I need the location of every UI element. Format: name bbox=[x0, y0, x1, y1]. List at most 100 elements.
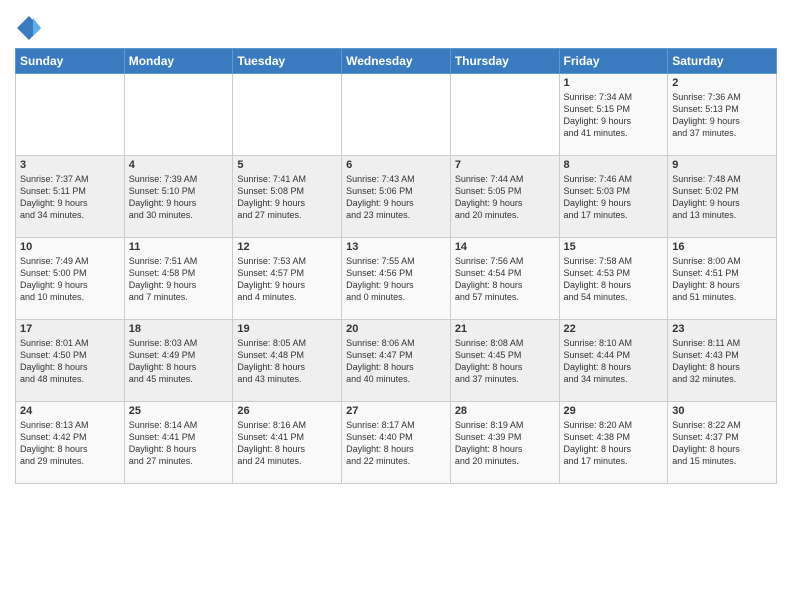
day-info: Sunrise: 8:10 AM Sunset: 4:44 PM Dayligh… bbox=[564, 337, 664, 386]
day-info: Sunrise: 8:16 AM Sunset: 4:41 PM Dayligh… bbox=[237, 419, 337, 468]
day-number: 11 bbox=[129, 241, 229, 253]
day-info: Sunrise: 7:46 AM Sunset: 5:03 PM Dayligh… bbox=[564, 173, 664, 222]
calendar-week-5: 24Sunrise: 8:13 AM Sunset: 4:42 PM Dayli… bbox=[16, 402, 777, 484]
calendar-cell: 14 Sunrise: 7:56 AM Sunset: 4:54 PM Dayli… bbox=[450, 238, 559, 320]
calendar-cell: 11 Sunrise: 7:51 AM Sunset: 4:58 PM Dayli… bbox=[124, 238, 233, 320]
col-header-friday: Friday bbox=[559, 49, 668, 74]
day-number: 29 bbox=[564, 405, 664, 417]
calendar-cell: 21 Sunrise: 8:08 AM Sunset: 4:45 PM Dayli… bbox=[450, 320, 559, 402]
calendar-cell: 25 Sunrise: 8:14 AM Sunset: 4:41 PM Dayli… bbox=[124, 402, 233, 484]
col-header-thursday: Thursday bbox=[450, 49, 559, 74]
col-header-saturday: Saturday bbox=[668, 49, 777, 74]
day-number: 24 bbox=[20, 405, 120, 417]
day-info: Sunrise: 7:34 AM Sunset: 5:15 PM Dayligh… bbox=[564, 91, 664, 140]
calendar-cell: 7 Sunrise: 7:44 AM Sunset: 5:05 PM Daylig… bbox=[450, 156, 559, 238]
col-header-wednesday: Wednesday bbox=[342, 49, 451, 74]
day-info: Sunrise: 8:08 AM Sunset: 4:45 PM Dayligh… bbox=[455, 337, 555, 386]
day-info: Sunrise: 8:01 AM Sunset: 4:50 PM Dayligh… bbox=[20, 337, 120, 386]
calendar-cell: 1Sunrise: 7:34 AM Sunset: 5:15 PM Daylig… bbox=[559, 74, 668, 156]
calendar-cell: 16 Sunrise: 8:00 AM Sunset: 4:51 PM Dayli… bbox=[668, 238, 777, 320]
day-number: 19 bbox=[237, 323, 337, 335]
day-number: 7 bbox=[455, 159, 555, 171]
day-number: 10 bbox=[20, 241, 120, 253]
day-number: 8 bbox=[564, 159, 664, 171]
day-number: 25 bbox=[129, 405, 229, 417]
day-number: 18 bbox=[129, 323, 229, 335]
day-info: Sunrise: 8:03 AM Sunset: 4:49 PM Dayligh… bbox=[129, 337, 229, 386]
day-info: Sunrise: 7:56 AM Sunset: 4:54 PM Dayligh… bbox=[455, 255, 555, 304]
calendar-cell: 23 Sunrise: 8:11 AM Sunset: 4:43 PM Dayli… bbox=[668, 320, 777, 402]
calendar-cell bbox=[16, 74, 125, 156]
day-number: 5 bbox=[237, 159, 337, 171]
day-info: Sunrise: 8:06 AM Sunset: 4:47 PM Dayligh… bbox=[346, 337, 446, 386]
day-number: 22 bbox=[564, 323, 664, 335]
day-info: Sunrise: 7:36 AM Sunset: 5:13 PM Dayligh… bbox=[672, 91, 772, 140]
day-info: Sunrise: 7:39 AM Sunset: 5:10 PM Dayligh… bbox=[129, 173, 229, 222]
col-header-monday: Monday bbox=[124, 49, 233, 74]
day-number: 12 bbox=[237, 241, 337, 253]
calendar-cell: 6 Sunrise: 7:43 AM Sunset: 5:06 PM Daylig… bbox=[342, 156, 451, 238]
day-number: 23 bbox=[672, 323, 772, 335]
calendar-week-3: 10 Sunrise: 7:49 AM Sunset: 5:00 PM Dayli… bbox=[16, 238, 777, 320]
day-info: Sunrise: 8:14 AM Sunset: 4:41 PM Dayligh… bbox=[129, 419, 229, 468]
calendar-cell: 8 Sunrise: 7:46 AM Sunset: 5:03 PM Daylig… bbox=[559, 156, 668, 238]
day-info: Sunrise: 8:19 AM Sunset: 4:39 PM Dayligh… bbox=[455, 419, 555, 468]
calendar-cell: 5 Sunrise: 7:41 AM Sunset: 5:08 PM Daylig… bbox=[233, 156, 342, 238]
header bbox=[15, 10, 777, 42]
day-number: 21 bbox=[455, 323, 555, 335]
calendar-cell: 12Sunrise: 7:53 AM Sunset: 4:57 PM Dayli… bbox=[233, 238, 342, 320]
day-info: Sunrise: 7:43 AM Sunset: 5:06 PM Dayligh… bbox=[346, 173, 446, 222]
calendar-table: SundayMondayTuesdayWednesdayThursdayFrid… bbox=[15, 48, 777, 484]
day-info: Sunrise: 8:00 AM Sunset: 4:51 PM Dayligh… bbox=[672, 255, 772, 304]
day-number: 28 bbox=[455, 405, 555, 417]
day-number: 27 bbox=[346, 405, 446, 417]
logo bbox=[15, 14, 47, 42]
calendar-cell bbox=[233, 74, 342, 156]
calendar-cell: 13 Sunrise: 7:55 AM Sunset: 4:56 PM Dayli… bbox=[342, 238, 451, 320]
calendar-week-2: 3Sunrise: 7:37 AM Sunset: 5:11 PM Daylig… bbox=[16, 156, 777, 238]
day-info: Sunrise: 7:41 AM Sunset: 5:08 PM Dayligh… bbox=[237, 173, 337, 222]
day-number: 6 bbox=[346, 159, 446, 171]
day-number: 16 bbox=[672, 241, 772, 253]
calendar-cell: 4Sunrise: 7:39 AM Sunset: 5:10 PM Daylig… bbox=[124, 156, 233, 238]
day-number: 26 bbox=[237, 405, 337, 417]
day-info: Sunrise: 7:44 AM Sunset: 5:05 PM Dayligh… bbox=[455, 173, 555, 222]
calendar-cell: 3Sunrise: 7:37 AM Sunset: 5:11 PM Daylig… bbox=[16, 156, 125, 238]
logo-icon bbox=[15, 14, 43, 42]
day-info: Sunrise: 7:37 AM Sunset: 5:11 PM Dayligh… bbox=[20, 173, 120, 222]
calendar-cell: 24Sunrise: 8:13 AM Sunset: 4:42 PM Dayli… bbox=[16, 402, 125, 484]
day-number: 30 bbox=[672, 405, 772, 417]
page-container: SundayMondayTuesdayWednesdayThursdayFrid… bbox=[0, 0, 792, 489]
calendar-cell: 20 Sunrise: 8:06 AM Sunset: 4:47 PM Dayli… bbox=[342, 320, 451, 402]
calendar-cell: 10 Sunrise: 7:49 AM Sunset: 5:00 PM Dayli… bbox=[16, 238, 125, 320]
day-number: 9 bbox=[672, 159, 772, 171]
day-info: Sunrise: 7:58 AM Sunset: 4:53 PM Dayligh… bbox=[564, 255, 664, 304]
calendar-week-1: 1Sunrise: 7:34 AM Sunset: 5:15 PM Daylig… bbox=[16, 74, 777, 156]
calendar-header-row: SundayMondayTuesdayWednesdayThursdayFrid… bbox=[16, 49, 777, 74]
calendar-cell: 15Sunrise: 7:58 AM Sunset: 4:53 PM Dayli… bbox=[559, 238, 668, 320]
calendar-cell: 19Sunrise: 8:05 AM Sunset: 4:48 PM Dayli… bbox=[233, 320, 342, 402]
calendar-cell: 22 Sunrise: 8:10 AM Sunset: 4:44 PM Dayli… bbox=[559, 320, 668, 402]
day-info: Sunrise: 8:20 AM Sunset: 4:38 PM Dayligh… bbox=[564, 419, 664, 468]
calendar-cell: 9 Sunrise: 7:48 AM Sunset: 5:02 PM Daylig… bbox=[668, 156, 777, 238]
day-info: Sunrise: 7:48 AM Sunset: 5:02 PM Dayligh… bbox=[672, 173, 772, 222]
col-header-sunday: Sunday bbox=[16, 49, 125, 74]
day-info: Sunrise: 7:51 AM Sunset: 4:58 PM Dayligh… bbox=[129, 255, 229, 304]
calendar-cell: 28 Sunrise: 8:19 AM Sunset: 4:39 PM Dayli… bbox=[450, 402, 559, 484]
calendar-cell: 18 Sunrise: 8:03 AM Sunset: 4:49 PM Dayli… bbox=[124, 320, 233, 402]
day-number: 20 bbox=[346, 323, 446, 335]
calendar-cell: 27 Sunrise: 8:17 AM Sunset: 4:40 PM Dayli… bbox=[342, 402, 451, 484]
day-number: 17 bbox=[20, 323, 120, 335]
day-number: 13 bbox=[346, 241, 446, 253]
day-info: Sunrise: 7:55 AM Sunset: 4:56 PM Dayligh… bbox=[346, 255, 446, 304]
day-info: Sunrise: 7:49 AM Sunset: 5:00 PM Dayligh… bbox=[20, 255, 120, 304]
day-number: 14 bbox=[455, 241, 555, 253]
calendar-cell: 26 Sunrise: 8:16 AM Sunset: 4:41 PM Dayli… bbox=[233, 402, 342, 484]
calendar-cell bbox=[450, 74, 559, 156]
col-header-tuesday: Tuesday bbox=[233, 49, 342, 74]
calendar-cell: 30 Sunrise: 8:22 AM Sunset: 4:37 PM Dayli… bbox=[668, 402, 777, 484]
day-info: Sunrise: 8:17 AM Sunset: 4:40 PM Dayligh… bbox=[346, 419, 446, 468]
calendar-cell: 29 Sunrise: 8:20 AM Sunset: 4:38 PM Dayli… bbox=[559, 402, 668, 484]
day-info: Sunrise: 8:22 AM Sunset: 4:37 PM Dayligh… bbox=[672, 419, 772, 468]
day-info: Sunrise: 8:11 AM Sunset: 4:43 PM Dayligh… bbox=[672, 337, 772, 386]
